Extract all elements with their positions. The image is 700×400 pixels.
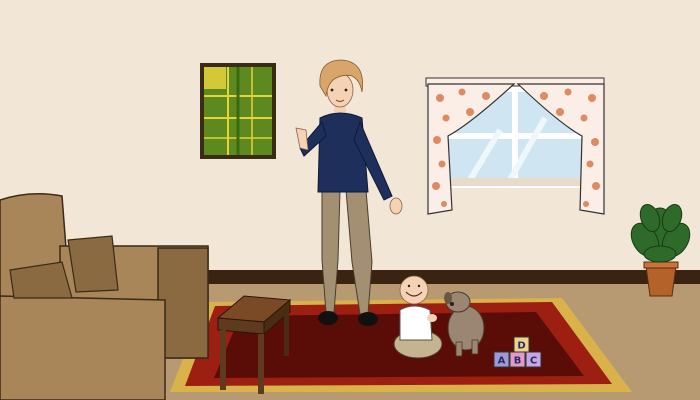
letter-block-b: B	[509, 351, 526, 368]
block-letter: B	[514, 356, 522, 367]
letter-block-d: D	[513, 336, 530, 353]
letter-block-a: A	[493, 351, 510, 368]
living-room-scene: ABCD	[0, 0, 700, 400]
painting	[200, 63, 276, 159]
block-letter: A	[498, 356, 506, 367]
block-letter: D	[517, 341, 525, 352]
block-letter: C	[530, 356, 537, 367]
letter-block-c: C	[525, 351, 542, 368]
